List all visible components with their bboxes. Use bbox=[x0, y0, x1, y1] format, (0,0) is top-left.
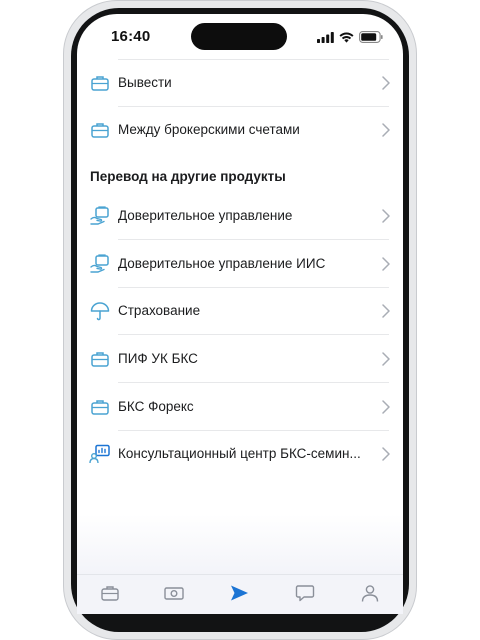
trust-management-item[interactable]: Доверительное управление bbox=[77, 193, 403, 240]
trust-management-iis-label: Доверительное управление ИИС bbox=[118, 256, 326, 271]
briefcase-icon[interactable] bbox=[99, 583, 121, 603]
mutual-fund-label: ПИФ УК БКС bbox=[118, 351, 198, 366]
trust-management-icon bbox=[90, 206, 109, 225]
divider bbox=[118, 239, 389, 240]
status-icons bbox=[317, 30, 383, 44]
briefcase-icon bbox=[91, 400, 109, 415]
chat-icon[interactable] bbox=[294, 583, 316, 603]
app-screen: 16:40 Вывести Между брокерскими счетами … bbox=[77, 14, 403, 614]
chevron-right-icon bbox=[382, 209, 390, 223]
trust-management-iis-item[interactable]: Доверительное управление ИИС bbox=[77, 241, 403, 288]
chevron-right-icon bbox=[382, 257, 390, 271]
consulting-center-item[interactable]: Консультационный центр БКС-семин... bbox=[77, 431, 403, 478]
forex-label: БКС Форекс bbox=[118, 399, 194, 414]
send-icon[interactable] bbox=[228, 583, 250, 603]
status-bar: 16:40 bbox=[77, 14, 403, 60]
profile-icon[interactable] bbox=[359, 583, 381, 603]
battery-icon bbox=[359, 31, 383, 43]
withdraw-item[interactable]: Вывести bbox=[77, 60, 403, 107]
consulting-center-label: Консультационный центр БКС-семин... bbox=[118, 446, 361, 461]
chevron-right-icon bbox=[382, 304, 390, 318]
dynamic-island bbox=[191, 23, 287, 50]
chevron-right-icon bbox=[382, 76, 390, 90]
briefcase-icon bbox=[91, 123, 109, 138]
briefcase-icon bbox=[91, 76, 109, 91]
banknote-icon[interactable] bbox=[163, 583, 185, 603]
umbrella-icon bbox=[90, 302, 110, 321]
chevron-right-icon bbox=[382, 352, 390, 366]
divider bbox=[118, 334, 389, 335]
trust-management-label: Доверительное управление bbox=[118, 208, 293, 223]
between-brokerage-accounts-label: Между брокерскими счетами bbox=[118, 122, 300, 137]
bottom-fade bbox=[77, 514, 403, 574]
between-brokerage-accounts-item[interactable]: Между брокерскими счетами bbox=[77, 107, 403, 154]
chevron-right-icon bbox=[382, 123, 390, 137]
chevron-right-icon bbox=[382, 447, 390, 461]
mutual-fund-item[interactable]: ПИФ УК БКС bbox=[77, 336, 403, 383]
forex-item[interactable]: БКС Форекс bbox=[77, 384, 403, 431]
chevron-right-icon bbox=[382, 400, 390, 414]
status-time: 16:40 bbox=[111, 28, 151, 45]
cellular-signal-icon bbox=[317, 31, 334, 43]
withdraw-label: Вывести bbox=[118, 75, 172, 90]
insurance-label: Страхование bbox=[118, 303, 201, 318]
insurance-item[interactable]: Страхование bbox=[77, 288, 403, 335]
section-title: Перевод на другие продукты bbox=[90, 169, 286, 184]
tab-bar bbox=[77, 574, 403, 614]
trust-management-icon bbox=[90, 254, 109, 273]
wifi-icon bbox=[339, 32, 354, 43]
briefcase-icon bbox=[91, 352, 109, 367]
divider bbox=[118, 382, 389, 383]
presentation-icon bbox=[89, 444, 110, 464]
